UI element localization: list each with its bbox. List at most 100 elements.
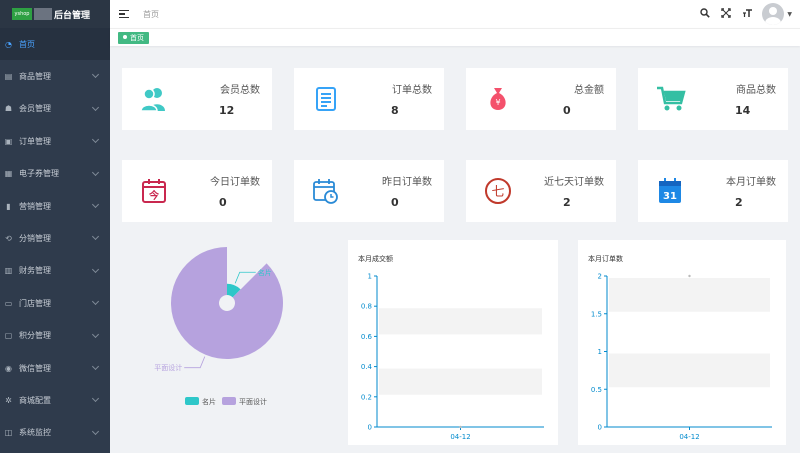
calendar-clock-icon	[312, 177, 340, 205]
stat-value: 2	[563, 196, 571, 209]
tags-view: 首页	[110, 28, 800, 46]
pie-slice	[171, 247, 283, 359]
pie-chart: 名片平面设计名片 平面设计	[154, 247, 283, 406]
sidebar-item[interactable]: ▢ 积分管理	[0, 320, 110, 352]
brand-logo: yshop	[12, 8, 32, 20]
stat-card[interactable]: 七 近七天订单数 2	[466, 160, 616, 222]
chevron-down-icon[interactable]: ▼	[787, 11, 792, 18]
line-chart-panel-sales: 本月成交额 0 0.2 0.4 0.6 0.8 1 04-12	[348, 240, 558, 445]
chevron-down-icon	[91, 136, 100, 144]
stat-card[interactable]: 今 今日订单数 0	[122, 160, 272, 222]
members-icon	[140, 85, 168, 113]
sidebar-item-label: 电子券管理	[19, 169, 59, 179]
y-tick-label: 0.4	[361, 363, 373, 371]
font-size-icon[interactable]	[741, 8, 753, 21]
grid-band	[379, 368, 542, 395]
sidebar-item-label: 商城配置	[19, 395, 51, 405]
points-icon: ▢	[4, 331, 13, 341]
chevron-down-icon	[91, 330, 100, 338]
pie-leader-line	[184, 356, 206, 369]
chevron-down-icon	[91, 427, 100, 435]
coupon-icon: ▦	[4, 169, 13, 179]
grid-band	[609, 278, 770, 312]
x-tick-label: 04-12	[450, 433, 470, 441]
sidebar-item[interactable]: ▣ 订单管理	[0, 125, 110, 157]
stat-card[interactable]: ¥ 总金额 0	[466, 68, 616, 130]
stat-card[interactable]: 会员总数 12	[122, 68, 272, 130]
stat-card[interactable]: 31 本月订单数 2	[638, 160, 788, 222]
y-tick-label: 2	[598, 273, 602, 281]
monitor-icon: ◫	[4, 428, 13, 438]
legend-label: 名片	[202, 397, 216, 406]
sidebar-item[interactable]: ▮ 营销管理	[0, 190, 110, 222]
goods-icon: ▤	[4, 72, 13, 82]
stat-label: 本月订单数	[726, 177, 776, 188]
dashboard-icon: ◔	[5, 39, 12, 49]
legend-swatch	[222, 397, 236, 405]
document-icon	[312, 85, 340, 113]
chevron-down-icon	[91, 103, 100, 111]
grid-band	[379, 308, 542, 335]
sidebar-item[interactable]: ▭ 门店管理	[0, 287, 110, 319]
chevron-down-icon	[91, 362, 100, 370]
hamburger-menu-icon[interactable]	[119, 9, 129, 19]
distribution-icon: ⟲	[5, 234, 12, 244]
finance-icon: ▥	[4, 266, 13, 276]
search-icon[interactable]	[699, 7, 711, 21]
stat-card[interactable]: 订单总数 8	[294, 68, 444, 130]
marketing-icon: ▮	[6, 201, 11, 211]
grid-band	[609, 353, 770, 388]
sidebar-item-label: 订单管理	[19, 136, 51, 146]
sidebar: yshop 后台管理 ◔ 首页 ▤ 商品管理 ☗ 会员管理 ▣ 订单管理 ▦ 电子券管理 ▮ 营销管理…	[0, 0, 110, 453]
sidebar-item[interactable]: ▦ 电子券管理	[0, 158, 110, 190]
sidebar-item[interactable]: ▥ 财务管理	[0, 255, 110, 287]
chevron-down-icon	[91, 71, 100, 79]
line-chart-sales: 0 0.2 0.4 0.6 0.8 1 04-12	[361, 273, 544, 441]
store-icon: ▭	[4, 298, 13, 308]
wechat-icon: ◉	[5, 363, 12, 373]
sidebar-item[interactable]: ◔ 首页	[0, 28, 110, 61]
data-point	[688, 274, 691, 278]
stat-label: 昨日订单数	[382, 177, 432, 188]
stat-value: 0	[563, 104, 571, 117]
stat-value: 2	[735, 196, 743, 209]
sidebar-item-label: 分销管理	[19, 234, 51, 244]
stat-card[interactable]: 昨日订单数 0	[294, 160, 444, 222]
money-bag-icon: ¥	[484, 85, 512, 113]
tag-home[interactable]: 首页	[118, 32, 149, 44]
legend-swatch	[185, 397, 199, 405]
grid-band	[377, 336, 544, 367]
top-navbar: 首页 ▼	[110, 0, 800, 28]
sidebar-item-label: 积分管理	[19, 331, 51, 341]
grid-band	[377, 396, 544, 427]
brand-blur	[34, 8, 52, 20]
fullscreen-icon[interactable]	[720, 7, 732, 21]
user-avatar[interactable]	[762, 3, 785, 25]
breadcrumb[interactable]: 首页	[143, 9, 159, 20]
calendar-today-icon: 今	[140, 177, 168, 205]
sidebar-item[interactable]: ◫ 系统监控	[0, 417, 110, 449]
y-tick-label: 0.8	[361, 303, 372, 311]
sidebar-item[interactable]: ⟲ 分销管理	[0, 222, 110, 254]
pie-chart-panel: 名片 平面设计 名片 平面设计	[122, 240, 334, 445]
members-icon: ☗	[4, 104, 13, 114]
svg-text:七: 七	[491, 185, 504, 200]
line-chart-panel-orders: 本月订单数 0 0.5 1 1.5 2 04-12	[578, 240, 786, 445]
sidebar-item-label: 微信管理	[19, 363, 51, 373]
pie-label: 平面设计	[154, 363, 182, 372]
sidebar-item[interactable]: ✲ 商城配置	[0, 384, 110, 416]
calendar-31-icon: 31	[656, 177, 684, 205]
y-tick-label: 1	[368, 273, 372, 281]
sidebar-item[interactable]: ◉ 微信管理	[0, 352, 110, 384]
grid-band	[607, 389, 772, 427]
sidebar-item[interactable]: ☗ 会员管理	[0, 93, 110, 125]
sidebar-menu: ◔ 首页 ▤ 商品管理 ☗ 会员管理 ▣ 订单管理 ▦ 电子券管理 ▮ 营销管理 ⟲ 分销管理 ▥ 财务管理 ▭…	[0, 28, 110, 449]
sidebar-item[interactable]: ▤ 商品管理	[0, 60, 110, 92]
brand-title: 后台管理	[54, 10, 91, 21]
brand[interactable]: yshop 后台管理	[0, 0, 110, 28]
stat-value: 12	[219, 104, 235, 117]
chevron-down-icon	[91, 265, 100, 273]
y-tick-label: 1.5	[591, 310, 602, 318]
stat-value: 8	[391, 104, 399, 117]
stat-card[interactable]: 商品总数 14	[638, 68, 788, 130]
